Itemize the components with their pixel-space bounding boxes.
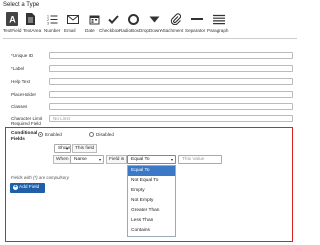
letter-a-icon[interactable]: A <box>6 12 18 26</box>
operator-option[interactable]: Greater Than <box>128 206 175 216</box>
field-is-label: Field is <box>106 155 128 164</box>
type-label-email[interactable]: Email <box>64 28 76 33</box>
svg-text:A: A <box>9 15 16 25</box>
unique-id-label: *Unique ID <box>11 53 34 58</box>
divider <box>3 38 297 39</box>
operator-option[interactable]: Equal To <box>128 166 175 176</box>
type-label-separator[interactable]: Separator <box>185 28 205 33</box>
value-input[interactable]: This Value <box>178 155 222 164</box>
enabled-radio[interactable] <box>38 132 43 137</box>
required-label: Required Field <box>11 121 41 126</box>
help-text-label: Help Text <box>11 79 31 84</box>
disabled-radio-label[interactable]: Disabled <box>96 132 114 137</box>
radio-circle-icon[interactable] <box>127 12 139 26</box>
chevron-down-icon: ▾ <box>170 157 173 162</box>
enabled-radio-label[interactable]: Enabled <box>45 132 62 137</box>
type-label-attachment[interactable]: Attachment <box>160 28 183 33</box>
type-label-number[interactable]: Number <box>44 28 60 33</box>
type-label-textarea[interactable]: TextArea <box>23 28 41 33</box>
operator-option[interactable]: Less Than <box>128 216 175 226</box>
chevron-down-icon: ▾ <box>65 146 68 151</box>
chevron-down-icon: ▾ <box>98 157 101 162</box>
compulsory-note: Fields with (*) are compulsory. <box>11 175 70 180</box>
numbered-list-icon[interactable]: 123 <box>46 12 58 26</box>
conditional-fields-label: Conditional Fields <box>11 131 38 142</box>
operator-option[interactable]: Empty <box>128 186 175 196</box>
caret-down-icon[interactable] <box>148 12 160 26</box>
plus-icon: + <box>13 184 18 190</box>
checkmark-icon[interactable] <box>107 12 119 26</box>
envelope-icon[interactable] <box>67 12 79 26</box>
type-labels: TextField TextArea Number Email Date Che… <box>0 28 300 36</box>
operator-select[interactable]: Equal To ▾ <box>127 155 176 164</box>
dialog-title: Select a Type <box>3 2 40 8</box>
when-label: When <box>53 155 72 164</box>
operator-select-value: Equal To <box>131 157 150 162</box>
label-input[interactable] <box>49 65 293 72</box>
operator-dropdown-list: Equal To Not Equal To Empty Not Empty Gr… <box>127 165 176 237</box>
operator-option[interactable]: Contains <box>128 226 175 236</box>
char-limit-placeholder: No Limit <box>53 116 70 121</box>
field-select-value: Name <box>74 157 87 162</box>
operator-option[interactable]: Not Equal To <box>128 176 175 186</box>
type-label-checkbox[interactable]: Checkbox <box>99 28 119 33</box>
placeholder-label: PlaceHolder <box>11 92 37 97</box>
type-label-radiobox[interactable]: RadioBox <box>119 28 139 33</box>
value-input-placeholder: This Value <box>182 157 205 162</box>
type-label-textfield[interactable]: TextField <box>3 28 21 33</box>
add-field-button[interactable]: + Add Field <box>10 183 45 193</box>
document-icon[interactable] <box>24 12 36 26</box>
this-field-label: This field <box>72 144 98 153</box>
unique-id-input[interactable] <box>49 52 293 59</box>
placeholder-input[interactable] <box>49 91 293 98</box>
add-field-label: Add Field <box>19 185 40 190</box>
separator-line-icon[interactable] <box>191 12 203 26</box>
action-select[interactable]: Show ▾ <box>54 144 71 153</box>
operator-option[interactable]: Not Empty <box>128 196 175 206</box>
paragraph-lines-icon[interactable] <box>213 12 225 26</box>
disabled-radio[interactable] <box>89 132 94 137</box>
type-icon-row: A 123 <box>6 12 296 27</box>
type-label-date[interactable]: Date <box>85 28 95 33</box>
action-select-value: Show <box>58 146 70 151</box>
label-label: *Label <box>11 66 25 71</box>
type-label-paragraph[interactable]: Paragraph <box>207 28 228 33</box>
svg-text:3: 3 <box>47 21 49 25</box>
conditional-fields-panel: Conditional Fields Enabled Disabled Show… <box>5 127 293 242</box>
calendar-icon[interactable] <box>88 12 100 26</box>
classes-input[interactable] <box>49 103 293 110</box>
field-select[interactable]: Name ▾ <box>70 155 104 164</box>
paperclip-icon[interactable] <box>169 12 181 26</box>
char-limit-input[interactable]: No Limit <box>49 115 293 122</box>
help-text-input[interactable] <box>49 78 293 85</box>
classes-label: Classes <box>11 104 28 109</box>
type-label-dropdown[interactable]: DropDown <box>139 28 161 33</box>
